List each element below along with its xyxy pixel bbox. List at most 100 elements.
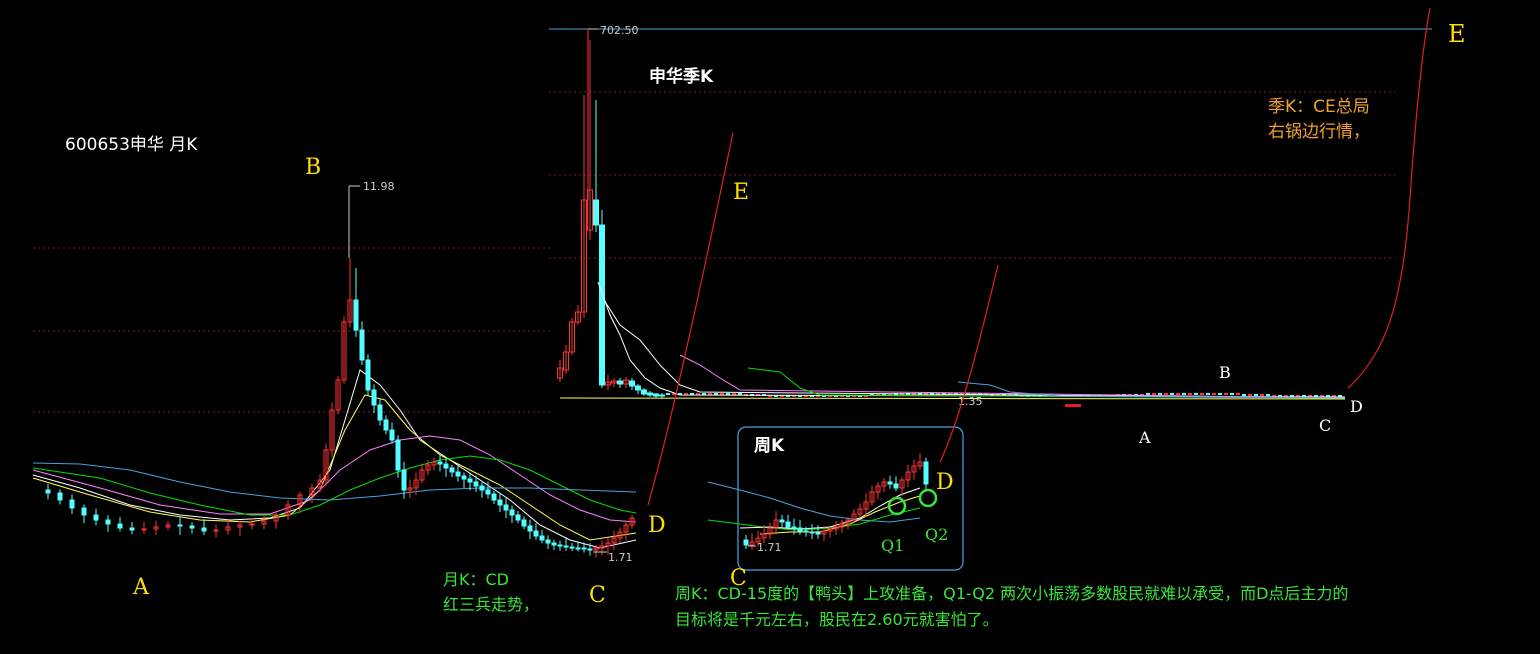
quarterly-candle [1260,394,1264,396]
monthly-candle [141,528,147,531]
monthly-candle [359,329,365,361]
quarterly-marker [1065,404,1081,407]
weekly-candle [803,530,809,533]
weekly-candle [893,483,899,489]
monthly-candle [509,509,515,516]
quarterly-candle [647,392,653,396]
quarterly-candle [659,394,665,397]
monthly-candle [371,389,377,406]
weekly-candle [785,521,791,528]
quarterly-candle [593,199,599,226]
quarterly-candle [1230,393,1234,395]
quarterly-candle [1152,393,1156,395]
weekly-candle [809,531,815,534]
weekly-candle [923,461,929,485]
quarterly-candle [1224,393,1228,395]
monthly-candle [473,481,479,487]
quarterly-point-e: E [1448,20,1466,48]
monthly-candle [521,519,527,527]
monthly-candle [467,478,473,483]
quarterly-high-label: 702.50 [600,24,639,37]
weekly-note-line2: 目标将是千元左右，股民在2.60元就害怕了。 [675,610,999,629]
monthly-candle [581,547,587,550]
stock-chart-canvas: 702.50 1.35 申华季K B A C D E 季K：CE总局 右锅边行情… [0,0,1540,654]
monthly-candle [449,467,455,473]
monthly-candle [57,492,63,501]
quarterly-candle [1248,394,1252,396]
monthly-point-d: D [648,513,666,538]
monthly-note-line2: 红三兵走势， [443,595,539,614]
weekly-note-line1: 周K：CD-15度的【鸭头】上攻准备，Q1-Q2 两次小振荡多数股民就难以承受，… [675,584,1348,603]
quarterly-candle [599,224,605,386]
monthly-point-c: C [589,583,606,608]
monthly-point-a: A [132,575,150,600]
quarterly-candle [641,389,647,395]
quarterly-candle [1218,393,1222,395]
quarterly-candle [1254,394,1258,396]
quarterly-candle [1194,393,1198,395]
quarterly-candle [1200,393,1204,395]
monthly-candle [249,523,255,526]
quarterly-candle [1164,393,1168,395]
quarterly-point-a: A [1138,428,1151,447]
quarterly-candle [617,380,623,385]
quarterly-candle [1266,394,1270,396]
quarterly-candle [1212,393,1216,395]
monthly-candle [551,542,557,546]
quarterly-point-d: D [1350,397,1363,416]
monthly-candle [353,299,359,331]
quarterly-point-b: B [1219,363,1231,382]
monthly-candle [401,469,407,491]
weekly-candle [743,539,749,546]
quarterly-candle [1176,393,1180,395]
monthly-candle [443,463,449,469]
monthly-candle [177,524,183,527]
monthly-candle [527,525,533,532]
weekly-title: 周K [754,436,785,456]
monthly-high-label: 11.98 [363,180,395,193]
monthly-candle [437,461,443,465]
weekly-q1-label: Q1 [881,536,904,555]
weekly-point-d: D [936,470,954,495]
quarterly-candle [629,380,635,387]
monthly-candle [563,545,569,548]
quarterly-candle [1206,393,1210,395]
weekly-candle [815,532,821,535]
quarterly-candle [1188,393,1192,395]
monthly-candle [503,504,509,511]
monthly-candle [497,499,503,506]
monthly-candle [365,359,371,391]
weekly-low-label: 1.71 [757,541,782,554]
monthly-candle [491,493,497,501]
monthly-candle [389,429,395,441]
monthly-candle [557,544,563,547]
quarterly-point-c: C [1319,416,1331,435]
monthly-point-e: E [733,180,749,205]
monthly-candle [461,475,467,480]
monthly-candle [533,530,539,537]
quarterly-note-line2: 右锅边行情， [1268,122,1370,142]
monthly-candle [81,507,87,516]
monthly-candle [93,514,99,521]
monthly-candle [485,489,491,495]
quarterly-candle [1242,394,1246,396]
monthly-candle [569,546,575,549]
monthly-candle [189,525,195,529]
quarterly-candle [1146,393,1150,395]
weekly-candle [887,481,893,485]
quarterly-candle [666,393,670,395]
monthly-point-b: B [305,155,321,180]
monthly-candle [45,489,51,494]
quarterly-candle [1182,393,1186,395]
weekly-candle [779,519,785,523]
monthly-candle [575,547,581,550]
quarterly-candle [1158,393,1162,395]
quarterly-candle [635,385,641,391]
monthly-candle [479,485,485,491]
monthly-candle [213,529,219,532]
monthly-candle [105,519,111,525]
monthly-candle [69,499,75,509]
monthly-candle [201,527,207,532]
monthly-candle [129,527,135,531]
quarterly-title: 申华季K [649,66,714,87]
